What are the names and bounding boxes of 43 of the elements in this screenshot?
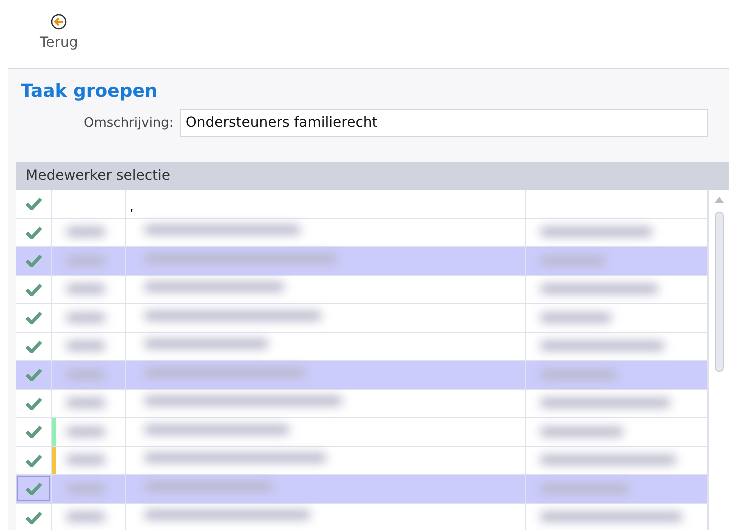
checkmark-icon xyxy=(26,396,42,410)
scrollbar[interactable] xyxy=(708,190,729,530)
checkmark-icon xyxy=(26,340,42,353)
checkmark-icon xyxy=(26,226,42,239)
redacted-text xyxy=(66,312,106,323)
table-row[interactable] xyxy=(16,390,708,418)
checkbox[interactable] xyxy=(17,476,50,502)
table-row[interactable]: , xyxy=(16,190,708,218)
checkmark-icon xyxy=(26,454,42,467)
table-row[interactable] xyxy=(16,332,708,361)
table-row[interactable] xyxy=(16,504,708,530)
table-row[interactable] xyxy=(16,218,708,247)
checkmark-icon xyxy=(26,282,42,296)
redacted-text xyxy=(66,398,106,408)
checkmark-icon xyxy=(26,425,42,438)
back-button[interactable]: Terug xyxy=(38,12,80,53)
description-field[interactable]: Ondersteuners familierecht xyxy=(180,109,708,137)
redacted-text xyxy=(540,312,612,323)
section-title: Taak groepen xyxy=(21,81,158,102)
redacted-text xyxy=(66,284,106,294)
table-row[interactable] xyxy=(16,361,708,390)
table-row[interactable] xyxy=(16,304,708,332)
redacted-text xyxy=(66,341,106,352)
table-row[interactable] xyxy=(16,475,708,504)
redacted-text xyxy=(66,455,106,466)
table-row[interactable] xyxy=(16,276,708,304)
table-row[interactable] xyxy=(16,418,708,446)
redacted-text xyxy=(66,512,106,522)
checkmark-icon xyxy=(26,482,42,496)
scrollbar-thumb[interactable] xyxy=(715,212,724,372)
table-row[interactable] xyxy=(16,247,708,276)
grid-header: Medewerker selectie xyxy=(16,162,729,190)
checkmark-icon xyxy=(26,254,42,268)
scroll-up-icon[interactable] xyxy=(715,197,724,203)
checkmark-icon xyxy=(26,510,42,524)
redacted-text xyxy=(66,227,106,238)
checkmark-icon xyxy=(26,368,42,382)
redacted-text xyxy=(66,426,106,437)
field-label: Omschrijving: xyxy=(84,116,174,130)
checkmark-icon xyxy=(26,197,42,210)
table-row[interactable] xyxy=(16,446,708,475)
table-cell: , xyxy=(130,200,134,214)
checkmark-icon xyxy=(26,311,42,324)
